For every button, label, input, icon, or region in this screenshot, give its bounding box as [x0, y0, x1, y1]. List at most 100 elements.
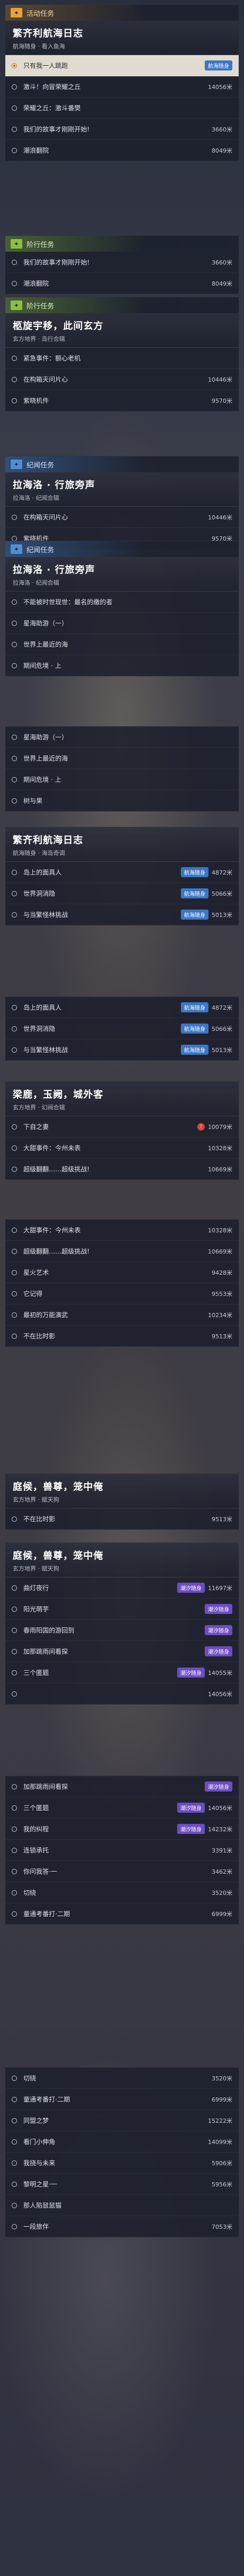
quest-row[interactable]: 在构箱天问片心 10446米 [5, 369, 239, 390]
quest-row[interactable]: 切绕 3520米 [5, 2068, 239, 2089]
quest-distance: 3391米 [212, 1847, 232, 1854]
quest-row[interactable]: 世界上最近的海 [5, 634, 239, 655]
quest-title-block[interactable]: 庭候，兽尊，笼中俺 玄方地界 · 赋天狗 [5, 1543, 239, 1577]
navigate-badge[interactable]: 航海随身 [205, 60, 232, 70]
quest-row[interactable]: 潮浪翻院 8049米 [5, 273, 239, 294]
quest-row[interactable]: 阳光萌芋 潮汐随身 [5, 1599, 239, 1620]
quest-title-block[interactable]: 梁鹿，玉阙，城外客 玄方地界 · 幻阀合辑 [5, 1082, 239, 1116]
quest-row[interactable]: 下自之妻! 10079米 [5, 1116, 239, 1137]
quest-row[interactable]: 曲灯夜行 潮汐随身 11697米 [5, 1577, 239, 1599]
quest-row[interactable]: 紫晓机件 9570米 [5, 390, 239, 411]
quest-label: 潮浪翻院 [23, 280, 49, 287]
tide-badge[interactable]: 潮汐随身 [177, 1824, 205, 1834]
quest-row[interactable]: 我们的故事才刚刚开始! 3660米 [5, 252, 239, 273]
quest-section: ✦ 阶行任务 我们的故事才刚刚开始! 3660米 潮浪翻院 8049米 [5, 235, 239, 294]
quest-row[interactable]: 切绕 3520米 [5, 1882, 239, 1903]
quest-row[interactable]: 岛上的面具人 航海随身 4872米 [5, 997, 239, 1018]
quest-row[interactable]: 同盟之梦 15222米 [5, 2110, 239, 2131]
navigate-badge[interactable]: 航海随身 [181, 1024, 208, 1034]
quest-row[interactable]: 加那跳雨间看探 潮汐随身 [5, 1641, 239, 1662]
quest-row[interactable]: 大甜事件：今州未表 10328米 [5, 1137, 239, 1159]
alert-badge[interactable]: ! [197, 1123, 205, 1131]
quest-row[interactable]: 我挠与未来 5906米 [5, 2152, 239, 2174]
quest-row[interactable]: 三个匿题 潮汐随身 14056米 [5, 1797, 239, 1819]
quest-row[interactable]: 看门小伸角 14099米 [5, 2131, 239, 2152]
quest-row[interactable]: 世界洞消隐 航海随身 5066米 [5, 883, 239, 904]
quest-row[interactable]: 与当繁怪林挑战 航海随身 5013米 [5, 904, 239, 925]
navigate-badge[interactable]: 航海随身 [181, 888, 208, 898]
quest-row[interactable]: 树与果 [5, 790, 239, 811]
quest-row[interactable]: 连锁承托 3391米 [5, 1840, 239, 1861]
quest-row[interactable]: 超级翻翻……超级挑战! 10669米 [5, 1159, 239, 1180]
quest-row[interactable]: 三个匿题 潮汐随身 14055米 [5, 1662, 239, 1683]
quest-row[interactable]: 超级翻翻……超级挑战! 10669米 [5, 1241, 239, 1262]
quest-row[interactable]: 不在比时影 9513米 [5, 1326, 239, 1347]
quest-row[interactable]: 黎明之星·一 5956米 [5, 2174, 239, 2195]
navigate-badge[interactable]: 航海随身 [181, 1045, 208, 1055]
quest-row[interactable]: 星火艺术 9428米 [5, 1262, 239, 1283]
tide-badge[interactable]: 潮汐随身 [205, 1646, 232, 1656]
radio-dot-icon [12, 1648, 17, 1654]
navigate-badge[interactable]: 航海随身 [181, 910, 208, 920]
quest-row[interactable]: 紧急事件：额心老机 [5, 348, 239, 369]
quest-subtitle: 航海随身 · 看入鱼海 [13, 43, 65, 50]
quest-title-block[interactable]: 柩旋宇移，此间玄方 玄方地界 · 岛行合辑 [5, 313, 239, 348]
radio-dot-icon [12, 2139, 17, 2145]
quest-label: 不在比时影 [23, 1515, 56, 1523]
quest-row[interactable]: 期间危境 · 上 [5, 769, 239, 790]
quest-row[interactable]: 不在比时影 9513米 [5, 1508, 239, 1530]
quest-row[interactable]: 期间危境 · 上 [5, 655, 239, 676]
quest-row[interactable]: 一段旅伴 7053米 [5, 2216, 239, 2237]
tide-badge[interactable]: 潮汐随身 [177, 1583, 205, 1593]
quest-title-block[interactable]: 拉海洛 · 行旅旁声 拉海洛 · 纪闻合辑 [5, 557, 239, 592]
quest-title-block[interactable]: 繁齐利航海日志 航海随身 · 海岛奇调 [5, 827, 239, 862]
radio-dot-icon [12, 398, 17, 403]
quest-row[interactable]: 在构箱天问片心 10446米 [5, 507, 239, 528]
tide-badge[interactable]: 潮汐随身 [177, 1803, 205, 1813]
quest-row[interactable]: 荣耀之丘：激斗番樊 [5, 98, 239, 119]
quest-title-block[interactable]: 庭候，兽尊，笼中俺 玄方地界 · 赋天狗 [5, 1474, 239, 1508]
radio-dot-icon [12, 2224, 17, 2229]
quest-row[interactable]: 大甜事件：今州未表 10328米 [5, 1220, 239, 1241]
quest-title-block[interactable]: 繁齐利航海日志 航海随身 · 看入鱼海 [5, 21, 239, 55]
section-header: ✦ 纪闻任务 [5, 541, 239, 557]
quest-row[interactable]: 岛上的面具人 航海随身 4872米 [5, 862, 239, 883]
tide-badge[interactable]: 潮汐随身 [205, 1781, 232, 1792]
quest-row[interactable]: 加那跳雨间看探 潮汐随身 [5, 1776, 239, 1797]
quest-row[interactable]: 你问我答·一 3462米 [5, 1861, 239, 1882]
tide-badge[interactable]: 潮汐随身 [205, 1604, 232, 1614]
quest-row[interactable]: 世界上最近的海 [5, 748, 239, 769]
tide-badge[interactable]: 潮汐随身 [205, 1625, 232, 1635]
quest-row[interactable]: 只有我一人跳跑 航海随身 [5, 55, 239, 76]
quest-row[interactable]: 它记得 9553米 [5, 1283, 239, 1304]
quest-label: 加那跳雨间看探 [23, 1783, 68, 1790]
quest-distance: 6999米 [212, 1910, 232, 1918]
quest-distance: 14232米 [208, 1825, 232, 1833]
quest-row[interactable]: 世界洞消隐 航海随身 5066米 [5, 1018, 239, 1039]
quest-label: 曲灯夜行 [23, 1584, 49, 1592]
quest-title-block[interactable]: 拉海洛 · 行旅旁声 拉海洛 · 纪闻合辑 [5, 472, 239, 507]
quest-row[interactable]: 我们的故事才刚刚开始! 3660米 [5, 119, 239, 140]
tide-badge[interactable]: 潮汐随身 [177, 1668, 205, 1678]
quest-row[interactable]: 童通考番打·二期 6999米 [5, 1903, 239, 1925]
radio-dot-icon [12, 1291, 17, 1296]
navigate-badge[interactable]: 航海随身 [181, 867, 208, 877]
radio-dot-icon [12, 1145, 17, 1151]
quest-row[interactable]: 那人陷鼠鼠猫 [5, 2195, 239, 2216]
quest-row[interactable]: 潮浪翻院 8049米 [5, 140, 239, 161]
quest-row[interactable]: 星海助游（一） [5, 727, 239, 748]
navigate-badge[interactable]: 航海随身 [181, 1002, 208, 1012]
quest-row[interactable]: 激斗！向冒荣耀之丘 14056米 [5, 76, 239, 98]
quest-row[interactable]: 最初的万能演武 10234米 [5, 1304, 239, 1326]
quest-label: 你问我答·一 [23, 1868, 57, 1875]
quest-row[interactable]: 星海助游（一） [5, 613, 239, 634]
quest-row[interactable]: 与当繁怪林挑战 航海随身 5013米 [5, 1039, 239, 1061]
quest-label: 期间危境 · 上 [23, 776, 62, 783]
quest-row[interactable]: 我的纠程 潮汐随身 14232米 [5, 1819, 239, 1840]
quest-row[interactable]: 春雨阳国的游回到 潮汐随身 [5, 1620, 239, 1641]
quest-distance: 5956米 [212, 2181, 232, 2188]
quest-subtitle: 玄方地界 · 岛行合辑 [13, 336, 65, 342]
quest-row[interactable]: 14056米 [5, 1683, 239, 1705]
quest-row[interactable]: 不能被时世现世：最名的缴的者 [5, 592, 239, 613]
quest-row[interactable]: 童通考番打·二期 6999米 [5, 2089, 239, 2110]
